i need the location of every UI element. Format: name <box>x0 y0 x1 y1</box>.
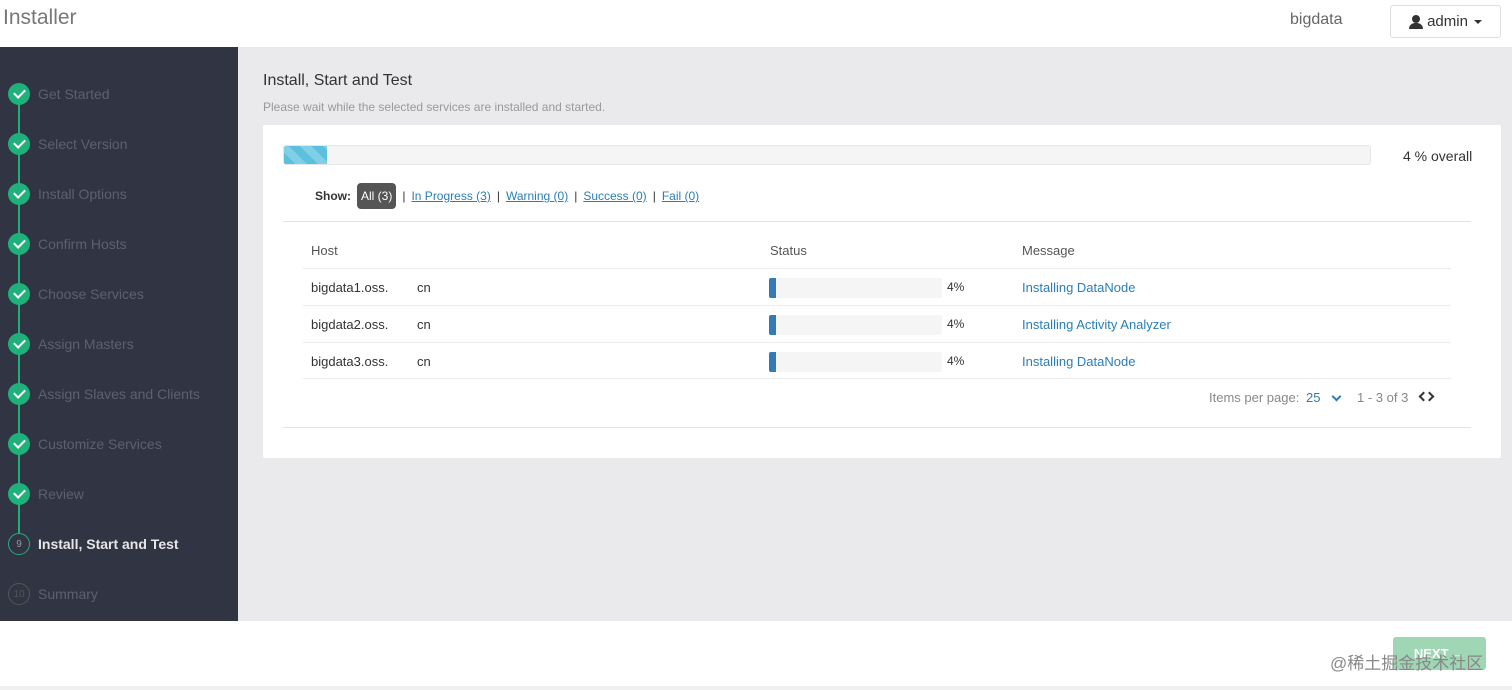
overall-progress-label: 4 % overall <box>1403 148 1473 164</box>
table-divider <box>283 221 1471 222</box>
step-assign-masters[interactable]: Assign Masters <box>0 329 238 359</box>
step-confirm-hosts[interactable]: Confirm Hosts <box>0 229 238 259</box>
check-icon <box>8 483 30 505</box>
step-label: Confirm Hosts <box>38 236 127 252</box>
step-label: Assign Slaves and Clients <box>38 386 200 402</box>
host-progress-fill <box>769 278 776 298</box>
host-name: bigdata3.oss. <box>311 354 389 369</box>
items-per-page-label: Items per page: <box>1209 390 1300 405</box>
main-content: Install, Start and Test Please wait whil… <box>238 47 1512 621</box>
wizard-sidebar: Get Started Select Version Install Optio… <box>0 47 238 621</box>
step-number-badge: 10 <box>8 583 30 605</box>
step-label: Get Started <box>38 86 110 102</box>
next-page-icon[interactable] <box>1424 391 1435 402</box>
host-progress-bar <box>769 278 942 298</box>
step-label: Choose Services <box>38 286 144 302</box>
filter-separator: | <box>496 189 500 203</box>
step-summary: 10 Summary <box>0 579 238 609</box>
host-message-link[interactable]: Installing DataNode <box>1022 280 1135 295</box>
overall-progress-fill <box>284 146 328 164</box>
check-icon <box>8 183 30 205</box>
pagination-range: 1 - 3 of 3 <box>1357 390 1409 405</box>
watermark-text: @稀土掘金技术社区 <box>1330 654 1484 673</box>
step-assign-slaves-clients[interactable]: Assign Slaves and Clients <box>0 379 238 409</box>
host-name: bigdata2.oss. <box>311 317 389 332</box>
host-name: bigdata1.oss. <box>311 280 389 295</box>
step-customize-services[interactable]: Customize Services <box>0 429 238 459</box>
filter-success[interactable]: Success (0) <box>583 189 646 203</box>
column-header-host: Host <box>311 243 338 258</box>
step-choose-services[interactable]: Choose Services <box>0 279 238 309</box>
check-icon <box>8 383 30 405</box>
host-progress-fill <box>769 315 776 335</box>
step-label: Install, Start and Test <box>38 536 179 552</box>
table-divider <box>283 427 1471 428</box>
filter-in-progress[interactable]: In Progress (3) <box>411 189 490 203</box>
user-icon <box>1409 14 1424 29</box>
user-menu-button[interactable]: admin <box>1390 5 1501 38</box>
step-get-started[interactable]: Get Started <box>0 79 238 109</box>
host-progress-fill <box>769 352 776 372</box>
step-label: Review <box>38 486 84 502</box>
step-label: Assign Masters <box>38 336 134 352</box>
table-row: bigdata2.oss. cn 4% Installing Activity … <box>303 305 1451 342</box>
caret-down-icon <box>1473 19 1482 24</box>
table-row: bigdata3.oss. cn 4% Installing DataNode <box>303 342 1451 379</box>
host-progress-percent: 4% <box>947 354 965 368</box>
step-install-start-test: 9 Install, Start and Test <box>0 529 238 559</box>
step-label: Install Options <box>38 186 127 202</box>
filter-all[interactable]: All (3) <box>357 183 397 209</box>
filter-warning[interactable]: Warning (0) <box>506 189 568 203</box>
column-header-status: Status <box>770 243 807 258</box>
page-size-select[interactable]: 25 <box>1306 390 1320 405</box>
page-subtitle: Please wait while the selected services … <box>263 100 606 114</box>
host-message-link[interactable]: Installing Activity Analyzer <box>1022 317 1171 332</box>
host-domain-suffix: cn <box>417 354 431 369</box>
filter-show-label: Show: <box>315 189 351 203</box>
filter-fail[interactable]: Fail (0) <box>662 189 699 203</box>
wizard-footer: NEXT → @稀土掘金技术社区 <box>0 621 1512 690</box>
host-progress-bar <box>769 352 942 372</box>
host-progress-percent: 4% <box>947 280 965 294</box>
check-icon <box>8 433 30 455</box>
host-domain-suffix: cn <box>417 317 431 332</box>
step-label: Select Version <box>38 136 128 152</box>
check-icon <box>8 133 30 155</box>
step-install-options[interactable]: Install Options <box>0 179 238 209</box>
host-message-link[interactable]: Installing DataNode <box>1022 354 1135 369</box>
check-icon <box>8 333 30 355</box>
overall-progress-bar <box>283 145 1371 165</box>
host-progress-percent: 4% <box>947 317 965 331</box>
check-icon <box>8 83 30 105</box>
host-progress-bar <box>769 315 942 335</box>
filter-separator: | <box>402 189 406 203</box>
host-domain-suffix: cn <box>417 280 431 295</box>
check-icon <box>8 283 30 305</box>
filter-separator: | <box>652 189 656 203</box>
app-title: Installer <box>3 6 77 29</box>
top-navbar: Installer bigdata admin <box>0 0 1512 47</box>
step-label: Summary <box>38 586 98 602</box>
step-review[interactable]: Review <box>0 479 238 509</box>
check-icon <box>8 233 30 255</box>
cluster-name: bigdata <box>1290 11 1343 28</box>
user-menu-label: admin <box>1427 13 1468 30</box>
table-row: bigdata1.oss. cn 4% Installing DataNode <box>303 268 1451 305</box>
step-label: Customize Services <box>38 436 162 452</box>
chevron-down-icon[interactable] <box>1331 391 1342 402</box>
column-header-message: Message <box>1022 243 1075 258</box>
step-number-badge: 9 <box>8 533 30 555</box>
step-connector-line <box>18 93 20 543</box>
status-filters: Show: All (3) | In Progress (3) | Warnin… <box>315 183 699 209</box>
step-select-version[interactable]: Select Version <box>0 129 238 159</box>
filter-separator: | <box>574 189 578 203</box>
install-panel: 4 % overall Show: All (3) | In Progress … <box>263 125 1501 458</box>
page-title: Install, Start and Test <box>263 72 413 89</box>
